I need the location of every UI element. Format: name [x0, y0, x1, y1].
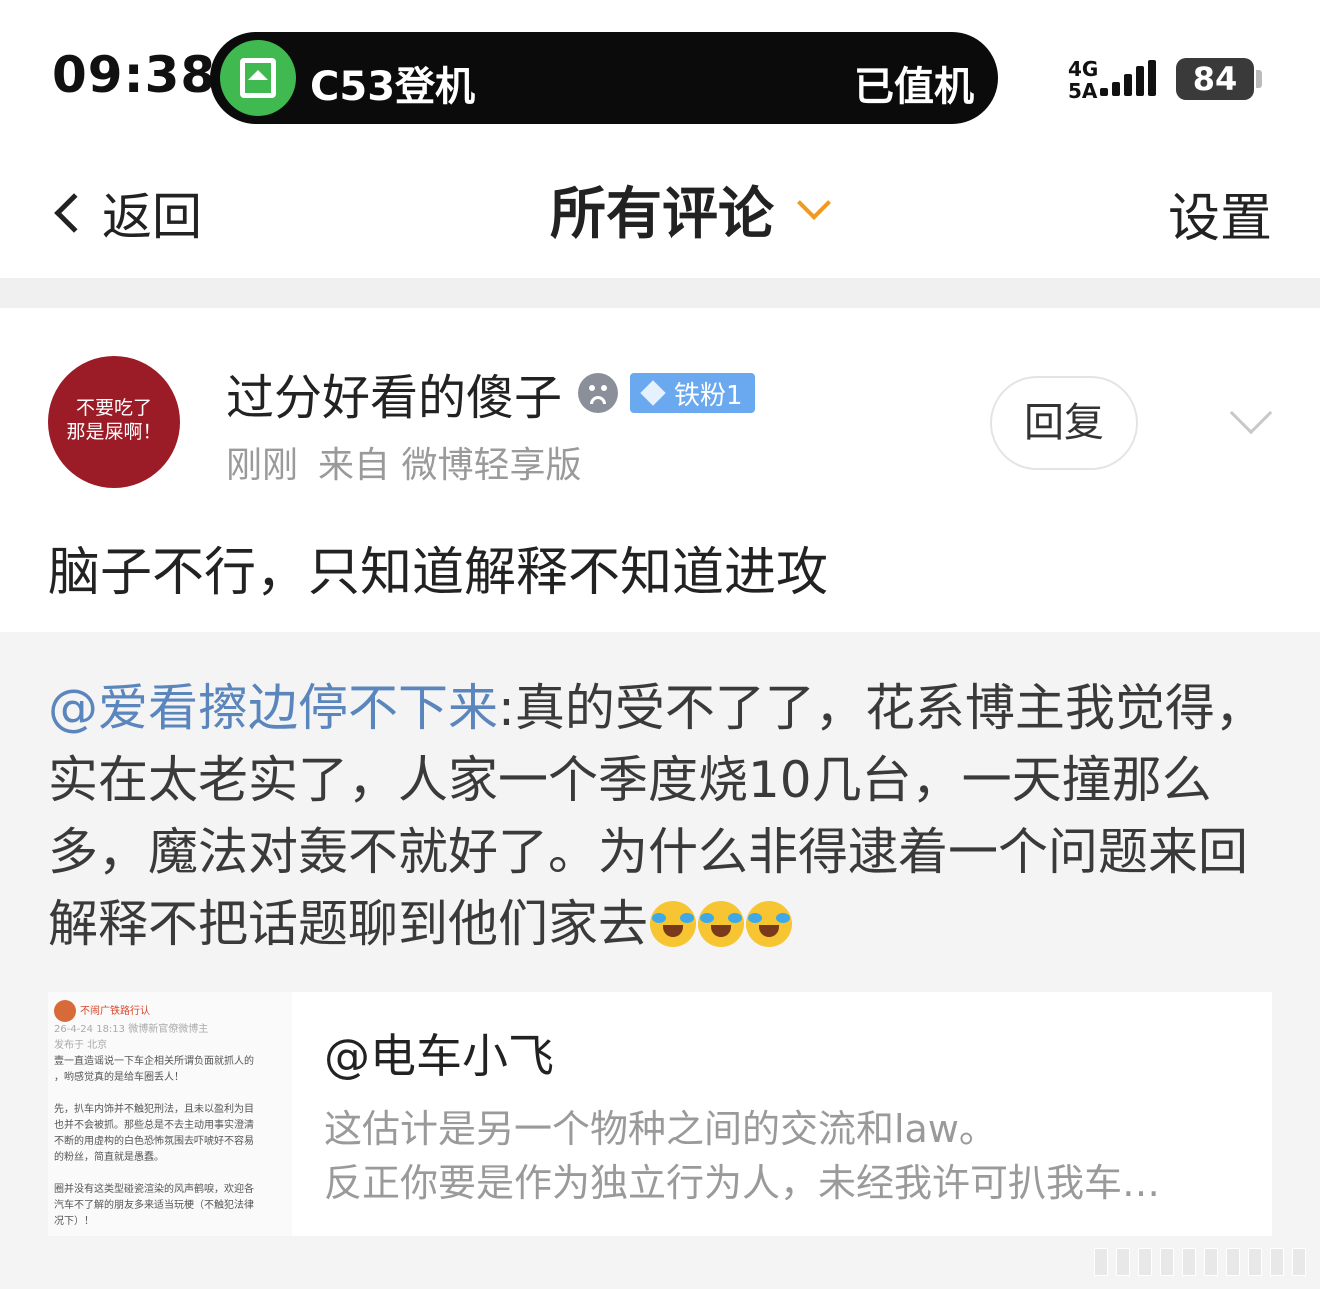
back-button[interactable]: 返回 [44, 178, 202, 248]
settings-button[interactable]: 设置 [1168, 176, 1272, 251]
avatar-text-line1: 不要吃了 [75, 397, 152, 419]
linked-post-excerpt-line1: 这估计是另一个物种之间的交流和law。 [324, 1107, 997, 1151]
thumb-line: 汽车不了解的朋友多来适当玩梗（不触犯法律 [54, 1200, 254, 1211]
thumb-avatar [54, 1000, 76, 1022]
island-checkin-status: 已值机 [854, 64, 974, 110]
comment-source: 来自 微博轻享版 [318, 445, 582, 486]
comment-card: 不要吃了 那是屎啊！ 过分好看的傻子 铁粉1 刚刚 来自 微博轻享版 回复 脑子不… [0, 308, 1320, 632]
section-divider [0, 278, 1320, 308]
thumb-line: 圈并没有这类型碰瓷渲染的风声鹤唳，欢迎各 [54, 1184, 254, 1195]
island-boarding-label: C53登机 [310, 64, 476, 110]
thumb-line: 发布于 北京 [54, 1040, 108, 1051]
battery-tip [1256, 70, 1262, 88]
page-title: 所有评论 [550, 181, 774, 247]
linked-post-thumbnail: 不闹广铁路行认 26-4-24 18:13 微博新官僚微博主 发布于 北京 壹一… [48, 992, 292, 1236]
linked-post-card[interactable]: 不闹广铁路行认 26-4-24 18:13 微博新官僚微博主 发布于 北京 壹一… [48, 992, 1272, 1236]
status-bar: 09:38 C53登机 已值机 4G 5A 84 [0, 0, 1320, 150]
thumb-line: 况下）！ [54, 1216, 94, 1227]
laugh-cry-emoji-icon [650, 901, 696, 947]
thumb-line: ，哟感觉真的是给车圈丢人！ [54, 1072, 184, 1083]
thumb-line [54, 1086, 286, 1102]
thumb-line: 不闹广铁路行认 [54, 1000, 286, 1022]
quoted-post-text: @爱看擦边停不下来:真的受不了了，花系博主我觉得，实在太老实了，人家一个季度烧1… [48, 672, 1280, 960]
signal-strength-icon [1100, 60, 1162, 100]
avatar-text-line2: 那是屎啊！ [66, 421, 162, 443]
back-label: 返回 [102, 188, 202, 246]
nav-bar: 返回 所有评论 设置 [0, 150, 1320, 278]
thumb-line: 先，扒车内饰并不触犯刑法，且未以盈利为目 [54, 1104, 254, 1115]
sad-face-icon [578, 373, 619, 413]
thumb-line: 不断的用虚构的白色恐怖氛围去吓唬好不容易 [54, 1136, 254, 1147]
reply-button[interactable]: 回复 [990, 376, 1138, 470]
fan-badge[interactable]: 铁粉1 [630, 373, 755, 413]
comment-time: 刚刚 [226, 445, 299, 486]
watermark [1094, 1244, 1312, 1278]
comment-text: 脑子不行，只知道解释不知道进攻 [48, 543, 829, 603]
fan-badge-label: 铁粉1 [674, 380, 743, 411]
thumb-line: 也并不会被抓。那些总是不去主动用事实澄清 [54, 1120, 254, 1131]
network-4g: 4G [1068, 57, 1099, 81]
network-5a: 5A [1068, 79, 1098, 103]
chevron-left-icon [54, 193, 94, 233]
railway-app-icon [220, 40, 296, 116]
chevron-down-icon [797, 186, 831, 220]
linked-post-excerpt-line2: 反正你要是作为独立行为人，未经我许可扒我车… [324, 1161, 1161, 1205]
thumb-line [54, 1166, 286, 1182]
user-row: 过分好看的傻子 铁粉1 [226, 358, 755, 428]
quoted-post[interactable]: @爱看擦边停不下来:真的受不了了，花系博主我觉得，实在太老实了，人家一个季度烧1… [0, 632, 1320, 1289]
avatar[interactable]: 不要吃了 那是屎啊！ [48, 356, 180, 488]
battery-level: 84 [1176, 58, 1254, 100]
laugh-cry-emoji-icon [746, 901, 792, 947]
diamond-icon [640, 380, 666, 406]
comment-filter-dropdown[interactable]: 所有评论 [550, 174, 831, 247]
thumb-line: 26-4-24 18:13 微博新官僚微博主 [54, 1024, 209, 1035]
thumb-line: 壹一直造谣说一下车企相关所谓负面就抓人的 [54, 1056, 254, 1067]
thumb-line: 的粉丝，简直就是愚蠢。 [54, 1152, 164, 1163]
username[interactable]: 过分好看的傻子 [226, 358, 562, 428]
mention-link[interactable]: @爱看擦边停不下来 [48, 679, 498, 737]
dynamic-island[interactable]: C53登机 已值机 [210, 32, 998, 124]
status-time: 09:38 [52, 46, 217, 104]
linked-post-author[interactable]: @电车小飞 [324, 1020, 554, 1086]
laugh-cry-emoji-icon [698, 901, 744, 947]
network-type-label: 4G 5A [1068, 58, 1098, 102]
more-options-chevron-icon[interactable] [1229, 391, 1273, 435]
comment-meta: 刚刚 来自 微博轻享版 [226, 436, 581, 488]
